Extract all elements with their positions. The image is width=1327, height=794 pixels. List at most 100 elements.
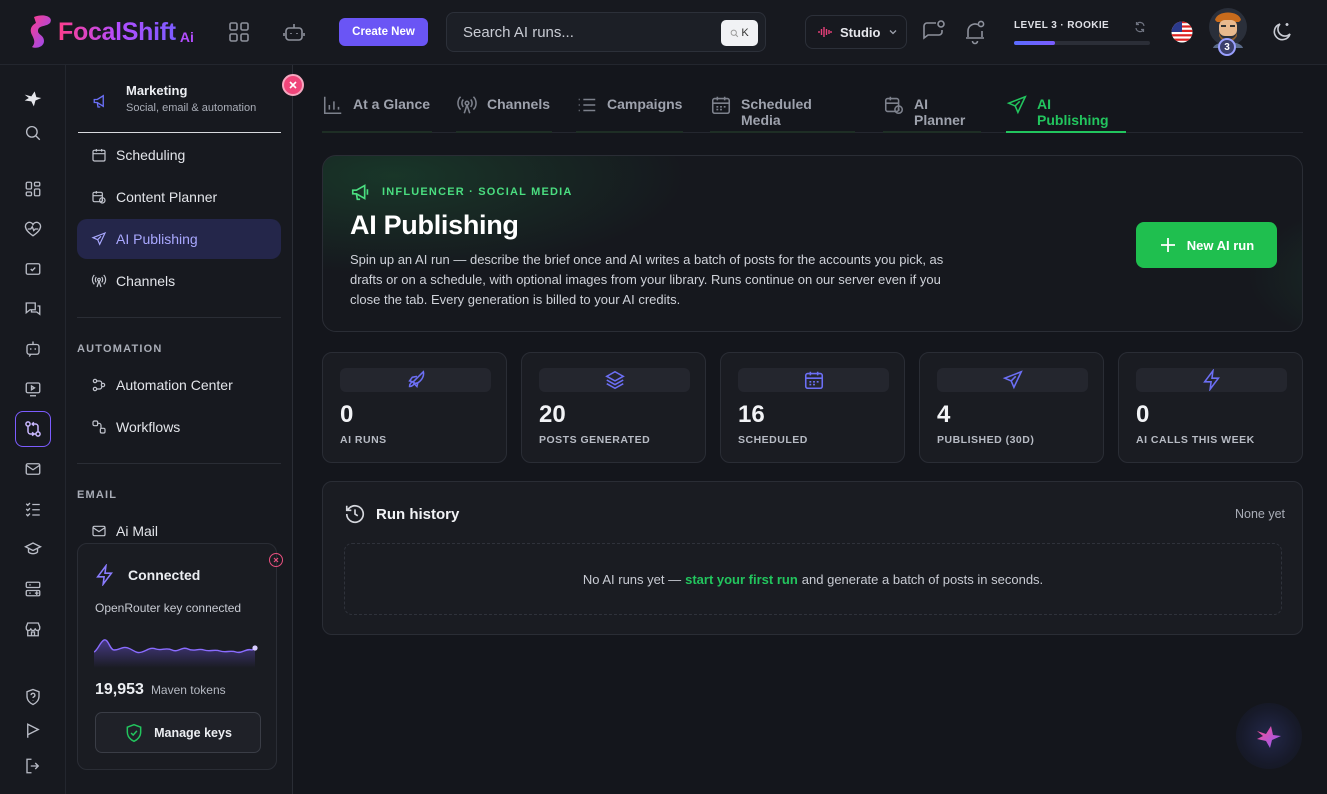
page-description: Spin up an AI run — describe the brief o… bbox=[350, 252, 944, 307]
avatar-level-badge: 3 bbox=[1218, 38, 1236, 56]
level-progress[interactable]: LEVEL 3 · ROOKIE bbox=[1014, 20, 1150, 45]
page-title: AI Publishing bbox=[350, 210, 519, 240]
rail-bot-icon[interactable] bbox=[21, 337, 45, 361]
rail-store-icon[interactable] bbox=[21, 617, 45, 641]
tab-scheduled-media[interactable]: Scheduled Media bbox=[710, 88, 855, 133]
sidebar-item-label: Workflows bbox=[116, 419, 181, 435]
rail-marketing-icon[interactable] bbox=[15, 411, 51, 447]
manage-keys-button[interactable]: Manage keys bbox=[95, 712, 261, 753]
tab-label: Campaigns bbox=[607, 96, 683, 112]
rail-messages-icon[interactable] bbox=[21, 297, 45, 321]
sidebar-item-automation-center[interactable]: Automation Center bbox=[77, 365, 281, 405]
run-history-header: Run history bbox=[344, 503, 459, 525]
sidebar-item-content-planner[interactable]: Content Planner bbox=[77, 177, 281, 217]
rail-bird-logo-icon[interactable] bbox=[21, 86, 45, 110]
stat-icon-bar bbox=[539, 368, 690, 392]
shield-check-icon bbox=[126, 723, 142, 742]
calendar-icon bbox=[91, 147, 107, 163]
rail-dashboard-icon[interactable] bbox=[21, 177, 45, 201]
stat-label: PUBLISHED (30D) bbox=[937, 434, 1035, 446]
brand-logo[interactable]: FocalShift Ai bbox=[28, 13, 194, 51]
new-ai-run-button[interactable]: New AI run bbox=[1136, 222, 1277, 268]
search-box: K bbox=[446, 12, 766, 52]
sidebar-item-workflows[interactable]: Workflows bbox=[77, 407, 281, 447]
token-balance: 19,953 Maven tokens bbox=[95, 681, 226, 699]
rocket-icon bbox=[407, 370, 424, 388]
rail-video-icon[interactable] bbox=[21, 377, 45, 401]
tab-ai-planner[interactable]: AI Planner bbox=[883, 88, 981, 133]
workflow-icon bbox=[91, 419, 107, 435]
stat-icon-bar bbox=[738, 368, 889, 392]
tab-label: AI Publishing bbox=[1037, 96, 1109, 128]
sidebar-item-ai-publishing[interactable]: AI Publishing bbox=[77, 219, 281, 259]
dismiss-card-button[interactable] bbox=[269, 553, 283, 567]
new-ai-run-label: New AI run bbox=[1186, 237, 1255, 253]
broadcast-icon bbox=[91, 273, 107, 289]
connection-subtitle: OpenRouter key connected bbox=[95, 601, 242, 615]
tab-bar: At a Glance Channels Campaigns Scheduled… bbox=[322, 88, 1303, 133]
plus-icon bbox=[1160, 238, 1175, 252]
start-first-run-link[interactable]: start your first run bbox=[685, 572, 798, 587]
tab-at-a-glance[interactable]: At a Glance bbox=[322, 88, 432, 133]
dark-mode-moon-icon[interactable] bbox=[1270, 20, 1294, 44]
rail-tasks-icon[interactable] bbox=[21, 497, 45, 521]
tab-campaigns[interactable]: Campaigns bbox=[576, 88, 683, 133]
workspace-label: Studio bbox=[840, 24, 881, 40]
bell-icon[interactable] bbox=[962, 19, 988, 45]
stat-label: AI RUNS bbox=[340, 434, 387, 446]
tab-ai-publishing[interactable]: AI Publishing bbox=[1006, 88, 1126, 133]
send-icon bbox=[1006, 94, 1028, 116]
workspace-switcher[interactable]: Studio bbox=[805, 15, 907, 49]
us-flag-icon[interactable] bbox=[1171, 21, 1193, 43]
bot-icon[interactable] bbox=[282, 20, 306, 44]
hero-banner: INFLUENCER · SOCIAL MEDIA AI Publishing … bbox=[322, 155, 1303, 332]
tab-channels[interactable]: Channels bbox=[456, 88, 552, 133]
level-bar-fill bbox=[1014, 41, 1055, 45]
bar-chart-icon bbox=[322, 94, 344, 116]
search-shortcut: K bbox=[721, 20, 758, 46]
stat-icon-bar bbox=[1136, 368, 1287, 392]
refresh-icon[interactable] bbox=[1134, 21, 1146, 33]
create-new-button[interactable]: Create New bbox=[339, 18, 428, 46]
search-input[interactable] bbox=[463, 23, 713, 41]
icon-rail bbox=[0, 65, 66, 794]
close-icon bbox=[289, 81, 297, 89]
brand-name: FocalShift bbox=[58, 17, 176, 46]
rail-flag-icon[interactable] bbox=[21, 719, 45, 743]
top-bar: FocalShift Ai Create New K Studio LEVEL … bbox=[0, 0, 1327, 65]
rail-servers-icon[interactable] bbox=[21, 577, 45, 601]
stat-card-published: 4 PUBLISHED (30D) bbox=[919, 352, 1104, 463]
marketing-group-header[interactable]: Marketing Social, email & automation bbox=[78, 73, 281, 133]
chevron-down-icon bbox=[889, 30, 897, 35]
apps-grid-icon[interactable] bbox=[227, 20, 251, 44]
level-bar bbox=[1014, 41, 1150, 45]
send-icon bbox=[91, 231, 107, 247]
rail-logout-icon[interactable] bbox=[21, 754, 45, 778]
sidebar-item-scheduling[interactable]: Scheduling bbox=[77, 135, 281, 175]
stat-card-ai-runs: 0 AI RUNS bbox=[322, 352, 507, 463]
calendar-grid-icon bbox=[710, 94, 732, 116]
assistant-fab-button[interactable] bbox=[1236, 703, 1302, 769]
sidebar-item-channels[interactable]: Channels bbox=[77, 261, 281, 301]
token-count: 19,953 bbox=[95, 681, 144, 698]
calendar-clock-icon bbox=[91, 189, 107, 205]
rail-mail-icon[interactable] bbox=[21, 457, 45, 481]
hero-eyebrow: INFLUENCER · SOCIAL MEDIA bbox=[350, 181, 573, 203]
rail-help-icon[interactable] bbox=[21, 685, 45, 709]
tab-label: At a Glance bbox=[353, 96, 431, 112]
chat-notification-icon[interactable] bbox=[920, 19, 946, 45]
rail-learning-icon[interactable] bbox=[21, 537, 45, 561]
run-history-status: None yet bbox=[1234, 507, 1285, 521]
close-icon bbox=[273, 557, 279, 563]
stat-value: 0 bbox=[1136, 401, 1150, 428]
close-sidebar-button[interactable] bbox=[282, 74, 304, 96]
layers-icon bbox=[604, 370, 625, 390]
stat-value: 4 bbox=[937, 401, 951, 428]
rail-health-icon[interactable] bbox=[21, 217, 45, 241]
rail-search-icon[interactable] bbox=[21, 121, 45, 145]
calendar-icon bbox=[804, 371, 823, 390]
history-icon bbox=[345, 505, 365, 524]
rail-media-icon[interactable] bbox=[21, 257, 45, 281]
divider bbox=[77, 463, 281, 464]
connection-header: Connected bbox=[94, 564, 200, 586]
